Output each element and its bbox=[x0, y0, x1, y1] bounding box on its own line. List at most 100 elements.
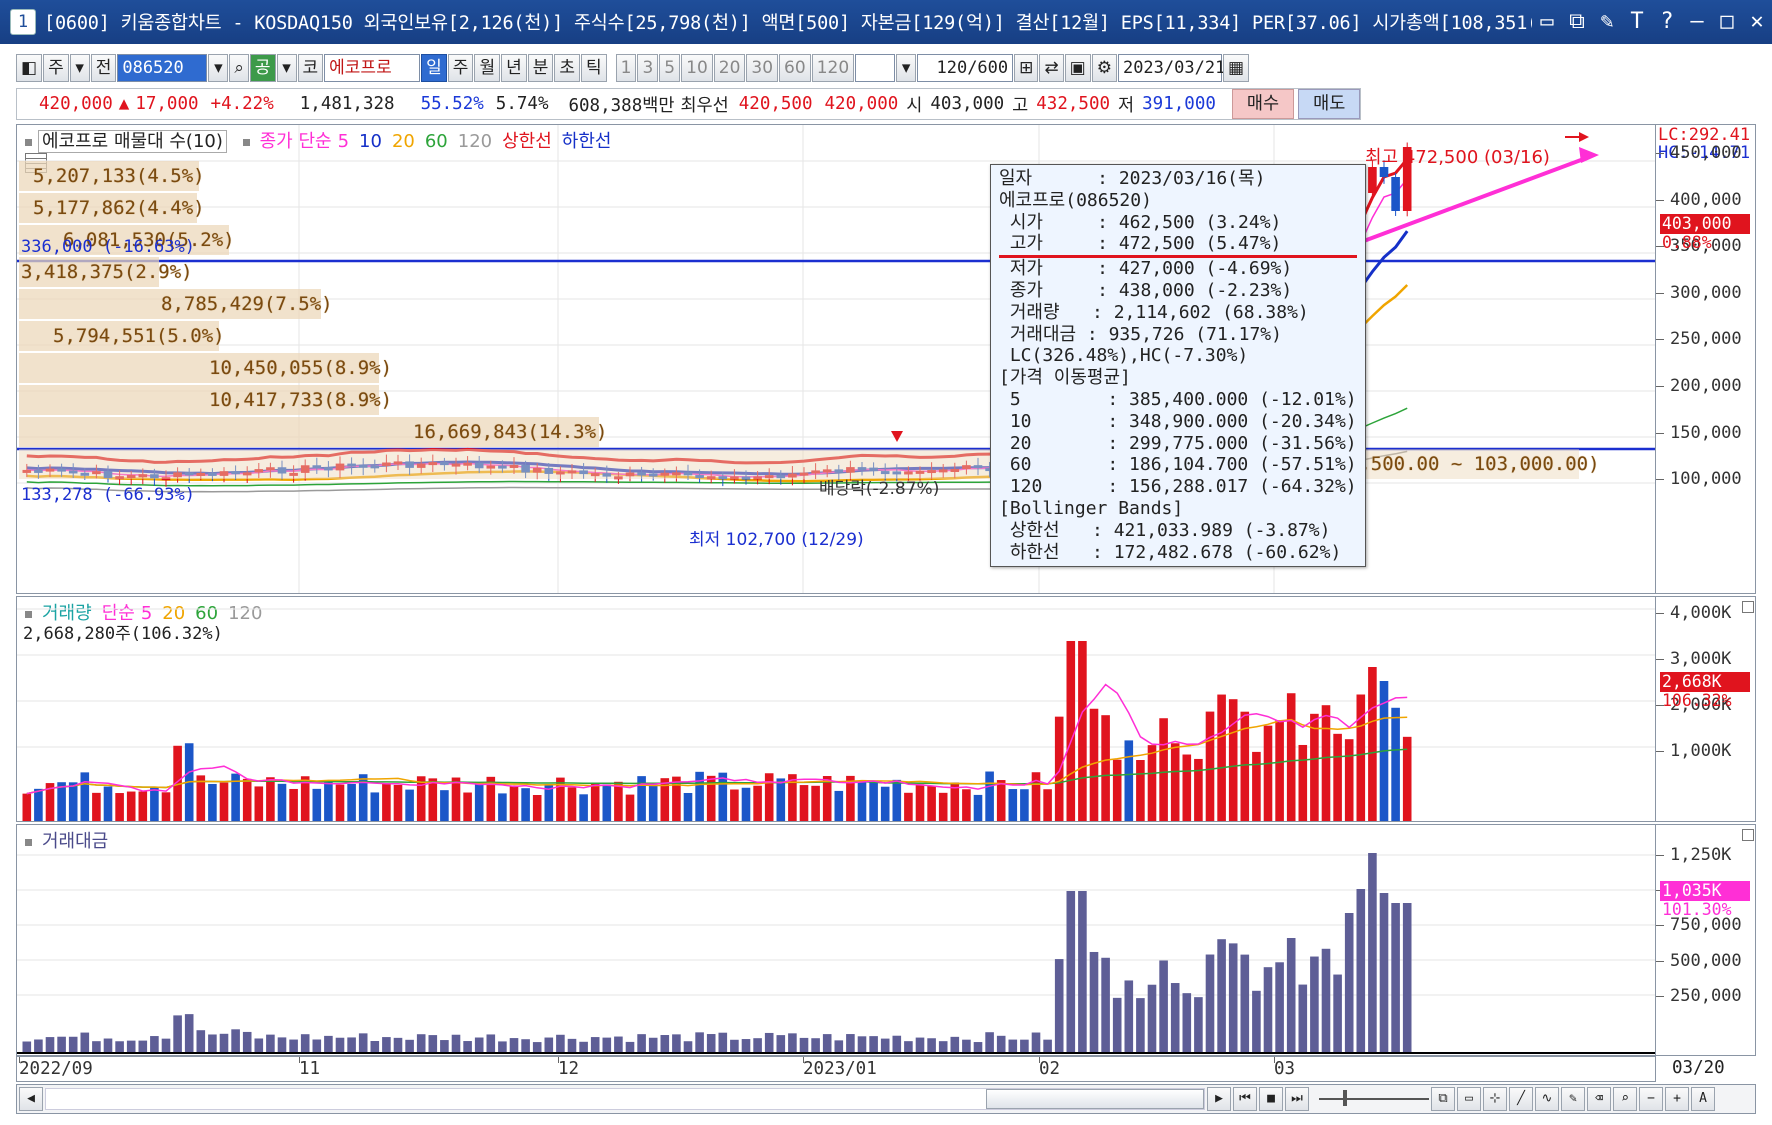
high-label: 고 bbox=[1012, 95, 1029, 116]
period-week[interactable]: 주 bbox=[447, 54, 474, 82]
volume-axis[interactable]: 4,000K 3,000K 2,000K 1,000K 2,668K 106.32% bbox=[1656, 596, 1756, 822]
volume-bar bbox=[625, 794, 635, 821]
window-icon[interactable]: ▭ bbox=[1457, 1087, 1481, 1111]
buy-button[interactable]: 매수 bbox=[1231, 89, 1295, 119]
volume-bar bbox=[985, 771, 994, 821]
zoom-slider[interactable] bbox=[1319, 1090, 1429, 1106]
amount-bar bbox=[103, 1038, 113, 1053]
lc-label: LC:292.41 bbox=[1658, 125, 1751, 145]
volume-pane[interactable]: 거래량 단순 5 20 60 120 2,668,280주(106.32%) bbox=[16, 596, 1656, 822]
amount-bar bbox=[521, 1039, 530, 1053]
stop-icon[interactable]: ■ bbox=[1259, 1087, 1283, 1111]
window-number[interactable]: 1 bbox=[10, 9, 36, 35]
period-minute[interactable]: 분 bbox=[527, 54, 554, 82]
prev-button[interactable]: 전 bbox=[90, 54, 117, 82]
price-pane[interactable]: 에코프로 매물대 수(10) 종가 단순 5 10 20 60 120 상한선 하한선 5,2… bbox=[16, 124, 1656, 594]
date-input[interactable]: 2023/03/21 bbox=[1117, 54, 1225, 82]
amount-pane[interactable]: 거래대금 bbox=[16, 824, 1656, 1056]
help-icon[interactable]: ? bbox=[1652, 7, 1682, 37]
panel-icon[interactable]: ◧ bbox=[16, 54, 43, 82]
first-icon[interactable]: ⏮ bbox=[1233, 1087, 1257, 1111]
volume-bar bbox=[382, 783, 391, 821]
tooltip-line: [가격 이동평균] bbox=[999, 367, 1131, 389]
crosshair-icon[interactable]: ⊹ bbox=[1483, 1087, 1507, 1111]
minute-30[interactable]: 30 bbox=[746, 54, 779, 82]
search-icon[interactable]: ⌕ bbox=[229, 54, 249, 82]
save-icon[interactable]: ▣ bbox=[1064, 54, 1091, 82]
zoom-in-icon[interactable]: + bbox=[1665, 1087, 1689, 1111]
amount-bar bbox=[300, 1034, 310, 1053]
minute-5[interactable]: 5 bbox=[659, 54, 681, 82]
copy-icon[interactable]: ⧉ bbox=[1562, 7, 1592, 37]
minimize-icon[interactable]: – bbox=[1682, 7, 1712, 37]
cycle-select[interactable]: 주 bbox=[43, 54, 69, 82]
volume-bar bbox=[1252, 751, 1261, 821]
zoom-out-icon[interactable]: − bbox=[1639, 1087, 1663, 1111]
minute-60[interactable]: 60 bbox=[779, 54, 811, 82]
amount-bar bbox=[347, 1037, 356, 1053]
price-axis[interactable]: LC:292.41 HC:-14.71 450,000 400,000 350,00… bbox=[1656, 124, 1756, 594]
stock-name-field[interactable]: 에코프로 bbox=[324, 54, 421, 82]
volume-bar bbox=[521, 788, 530, 821]
scroll-left-icon[interactable]: ◀ bbox=[19, 1087, 43, 1111]
minute-10[interactable]: 10 bbox=[681, 54, 713, 82]
layout-icon[interactable]: ▭ bbox=[1532, 7, 1562, 37]
period-second[interactable]: 초 bbox=[554, 54, 580, 82]
gong-button[interactable]: 공 bbox=[249, 54, 276, 82]
last-icon[interactable]: ⏭ bbox=[1285, 1087, 1309, 1111]
current-price: 420,000 bbox=[39, 94, 113, 114]
font-size-icon[interactable]: A bbox=[1691, 1087, 1715, 1111]
sell-button[interactable]: 매도 bbox=[1298, 89, 1361, 119]
period-day[interactable]: 일 bbox=[421, 54, 447, 82]
zoom-icon[interactable]: ⌕ bbox=[1613, 1087, 1637, 1111]
current-rate-tag: 0.88% bbox=[1662, 233, 1712, 252]
tooltip-line: 거래량 : 2,114,602 (68.38%) bbox=[999, 301, 1309, 323]
amount-bar bbox=[973, 1042, 983, 1053]
indicator-icon[interactable]: ⊞ bbox=[1014, 54, 1039, 82]
draw-icon[interactable]: ✎ bbox=[1561, 1087, 1585, 1111]
maximize-icon[interactable]: □ bbox=[1712, 7, 1742, 37]
stock-code-input[interactable]: 086520 bbox=[117, 54, 208, 82]
chevron-down-icon[interactable]: ▾ bbox=[208, 54, 229, 82]
minute-20[interactable]: 20 bbox=[713, 54, 746, 82]
scroll-right-icon[interactable]: ▶ bbox=[1207, 1087, 1231, 1111]
chevron-down-icon[interactable]: ▾ bbox=[276, 54, 297, 82]
axis-tick bbox=[1656, 751, 1664, 752]
market-button[interactable]: 코 bbox=[297, 54, 324, 82]
minute-1[interactable]: 1 bbox=[615, 54, 637, 82]
volume-bar bbox=[393, 784, 403, 821]
tooltip-line: 60 : 186,104.700 (-57.51%) bbox=[999, 454, 1357, 476]
scroll-bar[interactable]: ◀ ▶ ⏮ ■ ⏭ ⧉ ▭ ⊹ ╱ ∿ ✎ ⌫ ⌕ − + A bbox=[16, 1084, 1756, 1114]
pane-settings-icon[interactable] bbox=[1742, 829, 1754, 841]
tool-icon[interactable]: ✎ bbox=[1592, 7, 1622, 37]
volume-bar bbox=[614, 781, 623, 821]
scroll-track[interactable] bbox=[45, 1088, 1205, 1110]
amount-bar bbox=[254, 1038, 264, 1053]
minute-custom-input[interactable] bbox=[855, 54, 896, 82]
calendar-icon[interactable]: ▦ bbox=[1222, 54, 1250, 82]
scroll-thumb[interactable] bbox=[986, 1089, 1204, 1109]
compare-icon[interactable]: ⇄ bbox=[1039, 54, 1064, 82]
view-icon[interactable]: ⧉ bbox=[1431, 1087, 1455, 1111]
chevron-down-icon[interactable]: ▾ bbox=[69, 54, 90, 82]
period-month[interactable]: 월 bbox=[474, 54, 501, 82]
font-icon[interactable]: T bbox=[1622, 7, 1652, 37]
period-tick[interactable]: 틱 bbox=[581, 54, 607, 82]
close-icon[interactable]: ✕ bbox=[1742, 7, 1772, 37]
chevron-down-icon[interactable]: ▾ bbox=[896, 54, 917, 82]
volume-bar bbox=[1112, 759, 1122, 821]
pane-settings-icon[interactable] bbox=[1742, 601, 1754, 613]
amount-bar bbox=[115, 1041, 124, 1053]
data-count-input[interactable]: 120/600 bbox=[917, 54, 1014, 82]
eraser-icon[interactable]: ⌫ bbox=[1587, 1087, 1611, 1111]
gear-icon[interactable]: ⚙ bbox=[1091, 54, 1117, 82]
amount-axis[interactable]: 1,250K1,000K750,000500,000250,000 1,035K… bbox=[1656, 824, 1756, 1056]
wave-icon[interactable]: ∿ bbox=[1535, 1087, 1559, 1111]
amount-bar bbox=[1263, 967, 1273, 1053]
trend-icon[interactable]: ╱ bbox=[1509, 1087, 1533, 1111]
period-year[interactable]: 년 bbox=[501, 54, 527, 82]
amount-bar bbox=[962, 1039, 971, 1053]
amount-bar bbox=[614, 1036, 623, 1053]
minute-120[interactable]: 120 bbox=[811, 54, 855, 82]
minute-3[interactable]: 3 bbox=[637, 54, 659, 82]
